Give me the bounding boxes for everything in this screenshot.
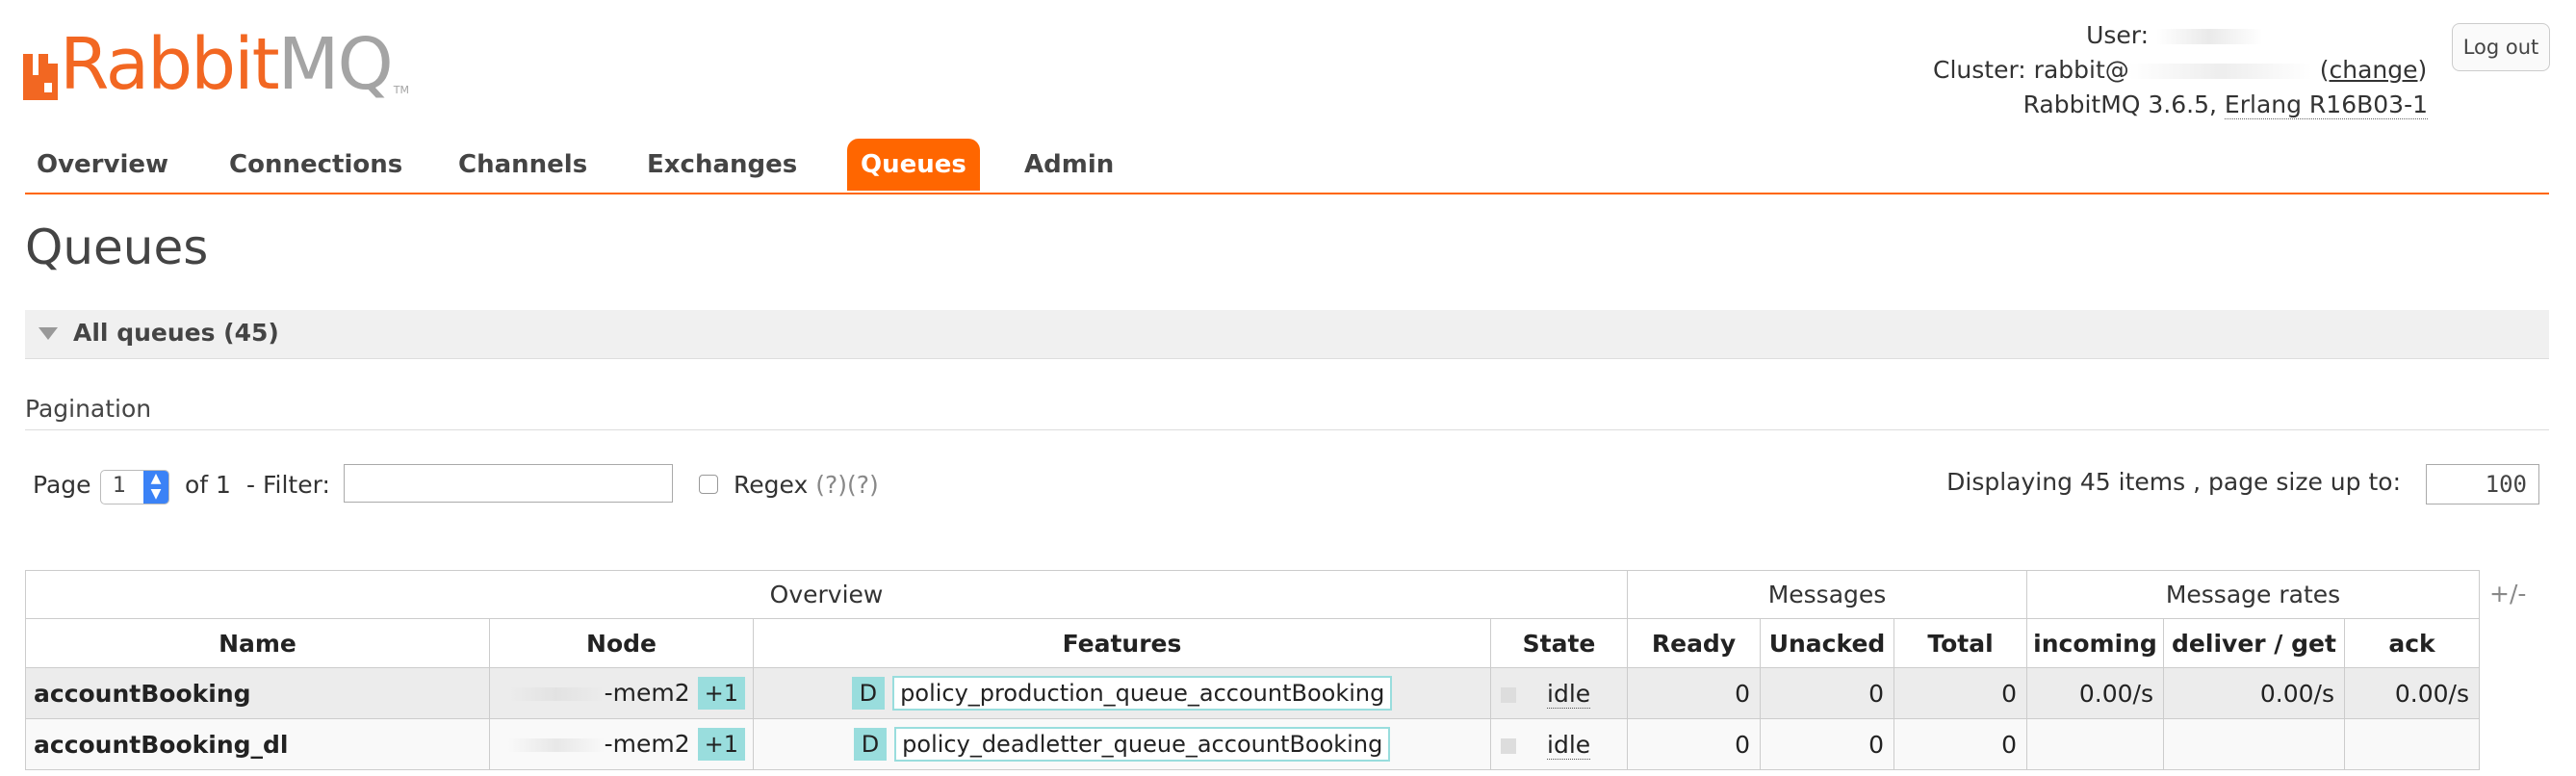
col-features[interactable]: Features: [753, 618, 1491, 668]
logo-text: RabbitMQ: [60, 23, 394, 106]
cluster-info: Cluster: rabbit@ (change): [1933, 56, 2428, 84]
queue-ack-rate: [2344, 718, 2480, 770]
queue-ready: 0: [1627, 718, 1761, 770]
state-indicator-icon: [1501, 737, 1516, 754]
queue-unacked: 0: [1760, 718, 1894, 770]
cluster-label: Cluster:: [1933, 56, 2026, 84]
queue-deliver-get-rate: [2163, 718, 2345, 770]
col-state[interactable]: State: [1490, 618, 1628, 668]
change-cluster-link[interactable]: change: [2329, 56, 2417, 84]
queue-features: Dpolicy_production_queue_accountBooking: [753, 667, 1491, 719]
state-indicator-icon: [1501, 686, 1516, 703]
filter-input[interactable]: [344, 464, 673, 503]
queue-node: -mem2 +1: [489, 667, 754, 719]
tab-channels[interactable]: Channels: [458, 139, 587, 191]
pagination-divider: [25, 429, 2549, 430]
tab-admin[interactable]: Admin: [1024, 139, 1114, 191]
col-incoming[interactable]: incoming: [2026, 618, 2164, 668]
page-select[interactable]: 1 ▲ ▼: [100, 470, 169, 504]
tab-overview[interactable]: Overview: [37, 139, 168, 191]
queue-node: -mem2 +1: [489, 718, 754, 770]
col-deliver-get[interactable]: deliver / get: [2163, 618, 2345, 668]
rabbitmq-logo[interactable]: RabbitMQ TM: [23, 13, 409, 100]
logo-trademark: TM: [393, 84, 409, 96]
table-row[interactable]: accountBooking_dl -mem2 +1 Dpolicy_deadle…: [25, 718, 2480, 770]
user-label: User:: [2086, 21, 2150, 49]
mirror-count-badge: +1: [697, 677, 745, 710]
all-queues-label: All queues (45): [73, 319, 279, 347]
queue-name-link[interactable]: accountBooking_dl: [25, 718, 490, 770]
tab-connections[interactable]: Connections: [229, 139, 402, 191]
rabbit-logo-icon: [23, 54, 58, 100]
queue-ack-rate: 0.00/s: [2344, 667, 2480, 719]
cluster-name: rabbit@: [2033, 56, 2129, 84]
queue-incoming-rate: [2026, 718, 2164, 770]
queue-incoming-rate: 0.00/s: [2026, 667, 2164, 719]
regex-checkbox[interactable]: [699, 475, 718, 494]
durable-badge: D: [851, 677, 886, 710]
page-title: Queues: [25, 220, 209, 275]
column-options-toggle[interactable]: +/-: [2489, 580, 2526, 608]
user-info: User:: [2086, 21, 2262, 49]
rabbitmq-management-page: RabbitMQ TM User: Log out Cluster: rabbi…: [0, 0, 2576, 776]
queue-state: idle: [1490, 667, 1628, 719]
filter-label: - Filter:: [246, 471, 330, 499]
page-size-input[interactable]: 100: [2426, 464, 2539, 504]
group-messages: Messages: [1627, 570, 2027, 619]
queue-unacked: 0: [1760, 667, 1894, 719]
queue-ready: 0: [1627, 667, 1761, 719]
table-row[interactable]: accountBooking -mem2 +1 Dpolicy_productio…: [25, 667, 2480, 719]
col-total[interactable]: Total: [1893, 618, 2027, 668]
queue-name-link[interactable]: accountBooking: [25, 667, 490, 719]
node-host-redacted: [507, 738, 605, 752]
col-ack[interactable]: ack: [2344, 618, 2480, 668]
queue-state: idle: [1490, 718, 1628, 770]
col-ready[interactable]: Ready: [1627, 618, 1761, 668]
all-queues-section-toggle[interactable]: All queues (45): [25, 310, 2549, 359]
col-unacked[interactable]: Unacked: [1760, 618, 1894, 668]
displaying-items-text: Displaying 45 items , page size up to:: [1946, 468, 2401, 496]
policy-link[interactable]: policy_deadletter_queue_accountBooking: [894, 727, 1391, 762]
queue-deliver-get-rate: 0.00/s: [2163, 667, 2345, 719]
rabbitmq-version: RabbitMQ 3.6.5,: [2022, 91, 2217, 118]
erlang-version[interactable]: Erlang R16B03-1: [2224, 91, 2428, 119]
page-of-label: of 1: [185, 471, 231, 499]
logout-button[interactable]: Log out: [2452, 23, 2550, 71]
queue-total: 0: [1893, 718, 2027, 770]
col-node[interactable]: Node: [489, 618, 754, 668]
page-select-value: 1: [113, 474, 126, 498]
tab-exchanges[interactable]: Exchanges: [647, 139, 797, 191]
main-nav-tabs: Overview Connections Channels Exchanges …: [25, 139, 2549, 194]
page-label: Page: [33, 471, 91, 499]
queue-features: Dpolicy_deadletter_queue_accountBooking: [753, 718, 1491, 770]
queue-total: 0: [1893, 667, 2027, 719]
version-info: RabbitMQ 3.6.5, Erlang R16B03-1: [2022, 91, 2428, 119]
col-name[interactable]: Name: [25, 618, 490, 668]
user-name-redacted: [2156, 29, 2262, 44]
mirror-count-badge: +1: [697, 728, 745, 761]
select-updown-icon: ▲ ▼: [143, 471, 168, 504]
durable-badge: D: [853, 728, 888, 761]
regex-label: Regex (?)(?): [734, 471, 879, 499]
tab-queues[interactable]: Queues: [847, 139, 980, 191]
collapse-triangle-icon: [39, 327, 58, 340]
queues-table: Overview Messages Message rates Name Nod…: [25, 570, 2480, 770]
node-host-redacted: [507, 687, 605, 701]
cluster-name-redacted: [2128, 64, 2312, 79]
group-overview: Overview: [25, 570, 1628, 619]
policy-link[interactable]: policy_production_queue_accountBooking: [892, 676, 1393, 711]
regex-help-link[interactable]: (?)(?): [815, 471, 879, 499]
group-message-rates: Message rates: [2026, 570, 2480, 619]
pagination-heading: Pagination: [25, 395, 152, 423]
